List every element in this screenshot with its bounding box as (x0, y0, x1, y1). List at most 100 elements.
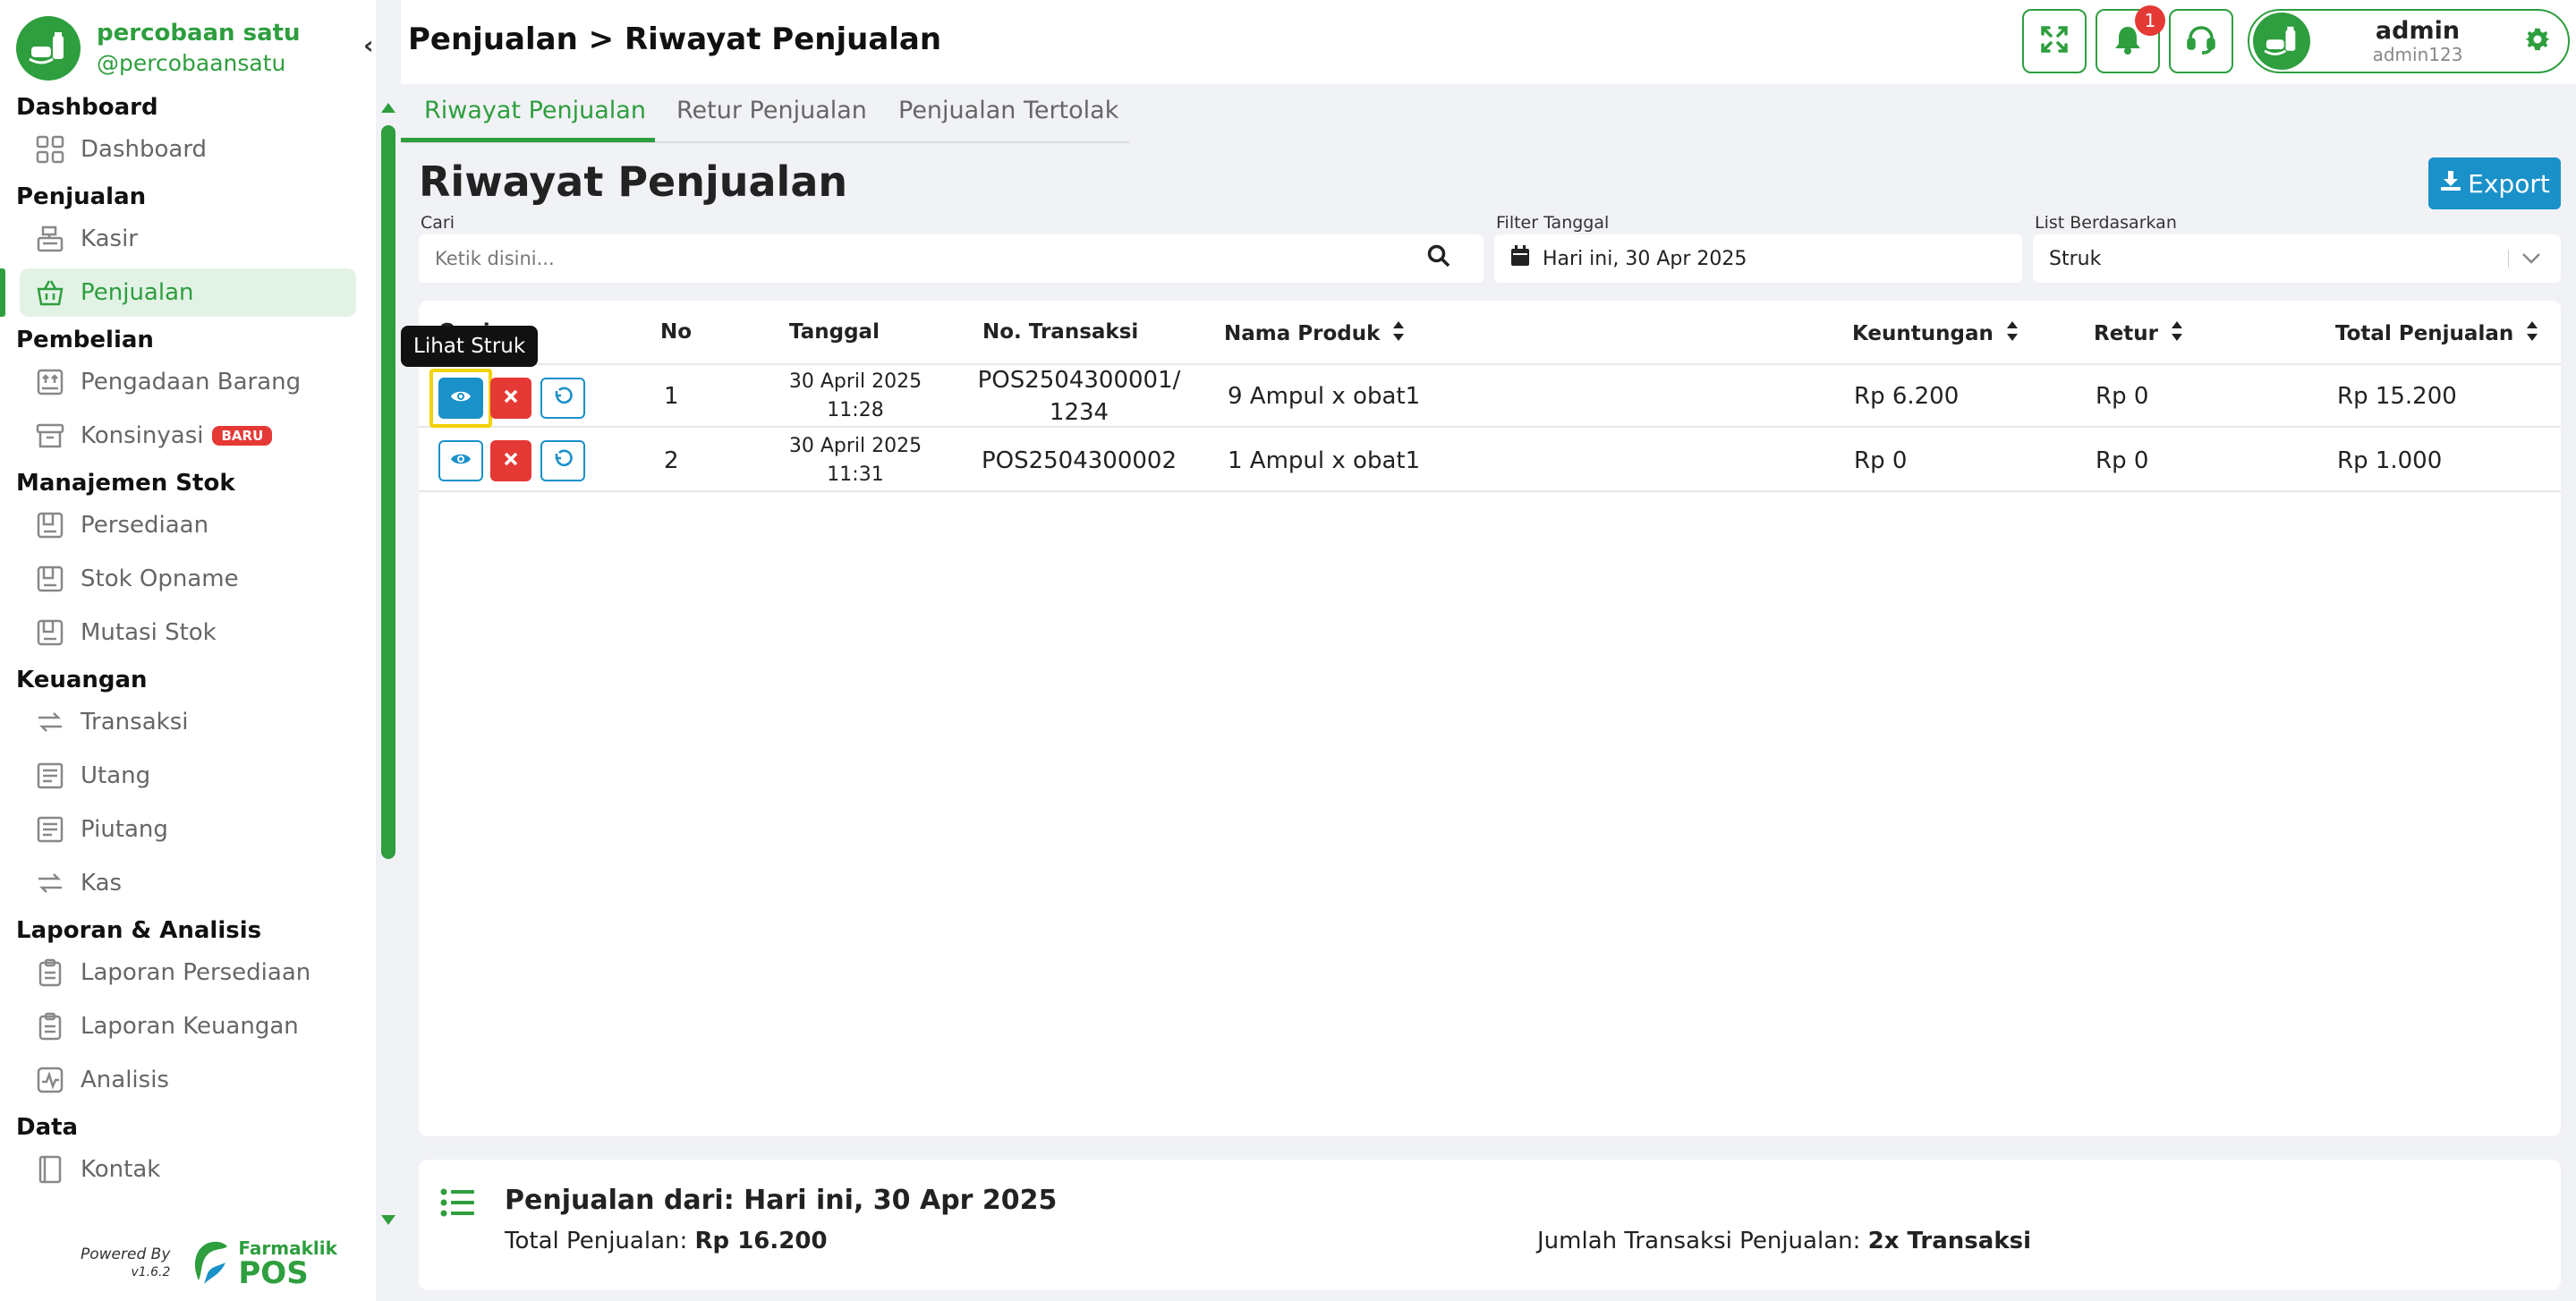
sidebar-item-stok-opname[interactable]: Stok Opname (20, 555, 356, 603)
active-tab-underline (401, 138, 655, 142)
sidebar-scrollbar[interactable] (378, 97, 399, 1233)
sidebar-item-label: Transaksi (81, 709, 189, 736)
page-title: Riwayat Penjualan (419, 157, 848, 206)
column-header-profit[interactable]: Keuntungan (1852, 320, 2019, 347)
archive-icon (34, 420, 66, 452)
grid-icon (34, 133, 66, 166)
column-header-product[interactable]: Nama Produk (1224, 320, 1405, 347)
sidebar-item-laporan-persediaan[interactable]: Laporan Persediaan (20, 948, 356, 997)
cell-return: Rp 0 (2096, 447, 2149, 474)
return-transaction-button[interactable] (540, 378, 585, 419)
search-input[interactable] (419, 248, 1426, 269)
sidebar-item-analisis[interactable]: Analisis (20, 1056, 356, 1104)
gear-icon[interactable] (2525, 27, 2550, 55)
date-filter-field[interactable]: Hari ini, 30 Apr 2025 (1494, 234, 2022, 283)
sidebar: percobaan satu @percobaansatu ‹ Dashboar… (0, 0, 376, 1301)
column-header-transaction: No. Transaksi (982, 320, 1139, 344)
sidebar-item-mutasi-stok[interactable]: Mutasi Stok (20, 608, 356, 657)
collapse-sidebar-chevron-icon[interactable]: ‹ (363, 30, 374, 60)
cell-transaction-line2: 1234 (1049, 399, 1109, 426)
sales-summary: Penjualan dari: Hari ini, 30 Apr 2025 To… (419, 1160, 2561, 1290)
sidebar-item-kasir[interactable]: Kasir (20, 215, 356, 263)
cell-product: 9 Ampul x obat1 (1228, 383, 1421, 410)
contact-book-icon (34, 1153, 66, 1186)
column-header-total[interactable]: Total Penjualan (2335, 320, 2538, 347)
summary-count-value: 2x Transaksi (1867, 1228, 2031, 1254)
new-badge: BARU (212, 426, 273, 446)
sidebar-item-kontak[interactable]: Kontak (20, 1145, 356, 1194)
ledger-icon (34, 760, 66, 792)
scroll-down-arrow-icon[interactable] (378, 1210, 399, 1231)
sidebar-item-penjualan[interactable]: Penjualan (0, 268, 356, 317)
scrollbar-thumb[interactable] (381, 125, 395, 859)
sidebar-item-label: Konsinyasi (81, 422, 204, 449)
focus-highlight (429, 369, 492, 428)
sidebar-item-piutang[interactable]: Piutang (20, 805, 356, 854)
active-indicator (0, 268, 5, 317)
cell-return: Rp 0 (2096, 383, 2149, 410)
cancel-transaction-button[interactable] (490, 378, 531, 419)
cell-transaction-line1: POS2504300001/ (977, 367, 1181, 394)
column-header-label: Keuntungan (1852, 322, 1994, 345)
column-header-date: Tanggal (789, 320, 880, 344)
chevron-down-icon (2508, 250, 2541, 268)
avatar (2253, 13, 2310, 70)
sidebar-item-kas[interactable]: Kas (20, 859, 356, 907)
store-name: percobaan satu (97, 20, 301, 47)
scroll-up-arrow-icon[interactable] (378, 97, 399, 118)
sort-icon[interactable] (2006, 320, 2019, 347)
cancel-transaction-button[interactable] (490, 440, 531, 481)
support-button[interactable] (2169, 9, 2233, 73)
view-receipt-button[interactable] (429, 369, 492, 428)
tab-retur-penjualan[interactable]: Retur Penjualan (676, 97, 867, 141)
powered-by-label: Powered By (81, 1246, 171, 1263)
undo-icon (552, 448, 574, 473)
sort-icon[interactable] (2171, 320, 2183, 347)
sidebar-item-persediaan[interactable]: Persediaan (20, 501, 356, 549)
clipboard-icon (34, 957, 66, 989)
column-header-return[interactable]: Retur (2094, 320, 2183, 347)
sidebar-item-pengadaan-barang[interactable]: Pengadaan Barang (20, 358, 356, 406)
sidebar-item-transaksi[interactable]: Transaksi (20, 698, 356, 746)
search-box (419, 234, 1484, 283)
fullscreen-button[interactable] (2022, 9, 2087, 73)
cell-transaction: POS2504300002 (981, 447, 1177, 474)
list-by-label: List Berdasarkan (2035, 213, 2177, 233)
calendar-icon (1510, 245, 1530, 272)
user-menu[interactable]: admin admin123 (2248, 9, 2570, 73)
headset-icon (2185, 23, 2217, 59)
export-label: Export (2468, 168, 2550, 199)
pharmacy-logo-icon (16, 16, 81, 81)
list-by-select[interactable]: Struk (2033, 234, 2561, 283)
sidebar-item-label: Analisis (81, 1067, 169, 1093)
farmaklik-logo-icon (195, 1241, 228, 1284)
sidebar-item-label: Piutang (81, 816, 168, 843)
tab-riwayat-penjualan[interactable]: Riwayat Penjualan (424, 97, 646, 141)
sort-icon[interactable] (1392, 320, 1405, 347)
clipboard-icon (34, 1010, 66, 1042)
notifications-button[interactable]: 1 (2096, 5, 2165, 73)
cell-profit: Rp 0 (1854, 447, 1908, 474)
cell-date: 30 April 2025 11:28 (777, 365, 934, 428)
sidebar-item-konsinyasi[interactable]: Konsinyasi BARU (20, 412, 356, 460)
view-receipt-button[interactable] (438, 440, 483, 481)
cell-total: Rp 1.000 (2337, 447, 2443, 474)
summary-total: Total Penjualan: Rp 16.200 (505, 1228, 828, 1254)
view-receipt-tooltip: Lihat Struk (401, 326, 539, 367)
stock-icon (34, 509, 66, 541)
sidebar-item-laporan-keuangan[interactable]: Laporan Keuangan (20, 1002, 356, 1050)
app-version: v1.6.2 (131, 1265, 171, 1280)
export-button[interactable]: Export (2428, 157, 2561, 209)
sidebar-item-utang[interactable]: Utang (20, 752, 356, 800)
search-icon[interactable] (1426, 243, 1451, 274)
pos-brand-bottom: POS (238, 1255, 309, 1291)
user-name: admin (2375, 17, 2461, 45)
sidebar-item-dashboard[interactable]: Dashboard (20, 125, 356, 174)
tab-penjualan-tertolak[interactable]: Penjualan Tertolak (898, 97, 1118, 141)
sidebar-item-label: Stok Opname (81, 565, 239, 592)
return-transaction-button[interactable] (540, 440, 585, 481)
sidebar-item-label: Laporan Persediaan (81, 959, 311, 986)
sort-icon[interactable] (2526, 320, 2538, 347)
cell-date-day: 30 April 2025 (788, 370, 922, 393)
list-icon (440, 1188, 476, 1220)
